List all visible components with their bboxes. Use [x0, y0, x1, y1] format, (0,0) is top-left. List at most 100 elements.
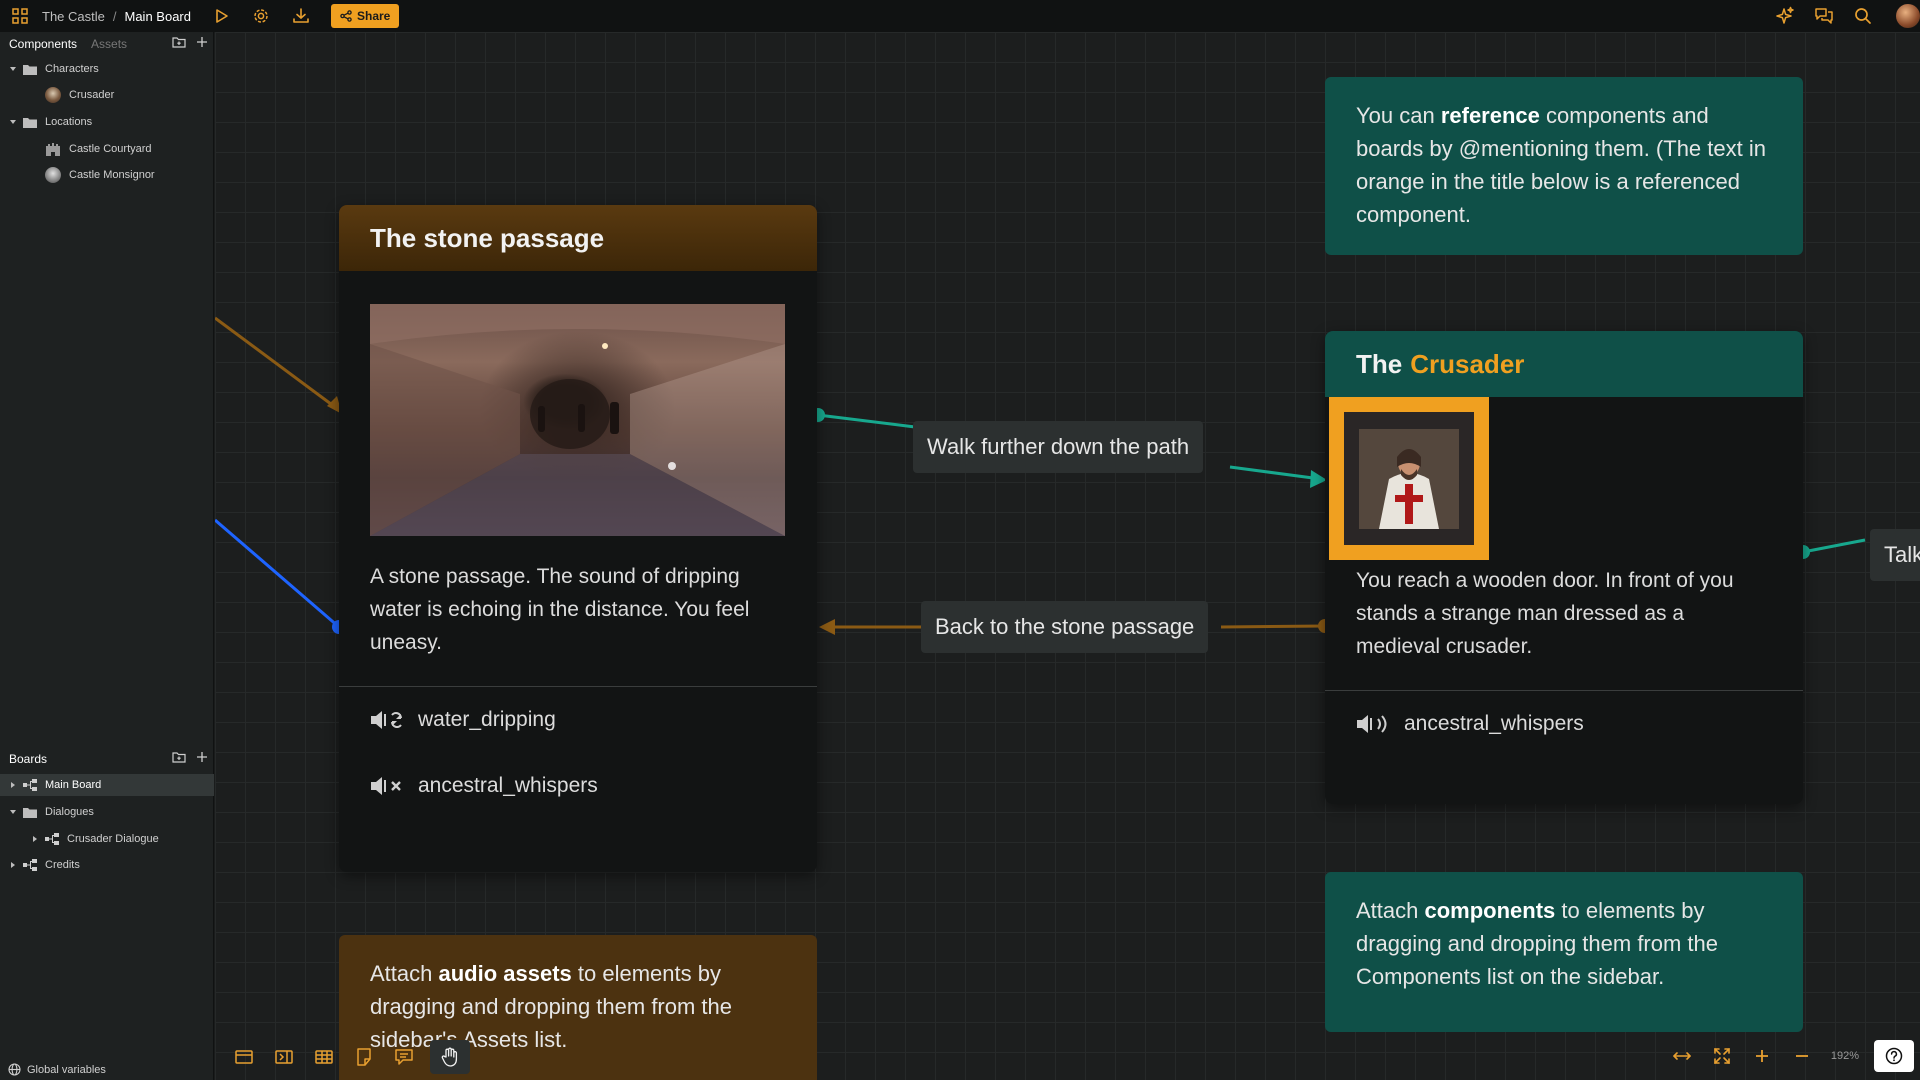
node-crusader[interactable]: The Crusader You reach a wooden door. In…: [1325, 331, 1803, 804]
edge-label-forward[interactable]: Walk further down the path: [913, 421, 1204, 473]
zoom-level[interactable]: 192%: [1822, 1050, 1868, 1062]
hand-pan-tool[interactable]: [430, 1040, 470, 1074]
node-body-text: A stone passage. The sound of dripping w…: [370, 565, 750, 654]
download-icon[interactable]: [289, 4, 313, 28]
fit-screen-icon[interactable]: [1702, 1038, 1742, 1074]
tree-folder-dialogues[interactable]: Dialogues: [0, 801, 214, 823]
connector-incoming-blue[interactable]: [215, 518, 340, 629]
question-icon: [1885, 1047, 1903, 1065]
note-bold-text: reference: [1440, 103, 1540, 128]
monsignor-avatar: [45, 167, 61, 183]
share-button[interactable]: Share: [330, 4, 400, 28]
connector-talk[interactable]: [1802, 538, 1866, 554]
sidebar: Components Assets Characters Crusader Lo…: [0, 32, 214, 1080]
zoom-in-icon[interactable]: [1742, 1038, 1782, 1074]
crusader-avatar: [45, 87, 61, 103]
castle-icon: [45, 141, 61, 157]
share-label: Share: [356, 9, 391, 23]
tree-item-castle-courtyard[interactable]: Castle Courtyard: [0, 138, 214, 160]
new-folder-icon[interactable]: [172, 36, 186, 48]
stone-passage-image: [370, 304, 785, 536]
help-button[interactable]: [1874, 1040, 1914, 1072]
zoom-toolbar: 192%: [1662, 1038, 1868, 1074]
connector-forward-end[interactable]: [1229, 465, 1314, 480]
add-jump-icon[interactable]: [264, 1040, 304, 1074]
crusader-portrait: [1344, 412, 1474, 545]
tab-components[interactable]: Components: [9, 37, 77, 51]
chevron-down-icon[interactable]: [8, 117, 18, 127]
audio-name: water_dripping: [418, 708, 556, 731]
tree-board-main-board[interactable]: Main Board: [0, 774, 214, 796]
node-body-text: You reach a wooden door. In front of you…: [1356, 569, 1734, 658]
arrow-head-icon: [819, 619, 835, 635]
crusader-component-card[interactable]: [1329, 397, 1489, 560]
chevron-right-icon[interactable]: [8, 780, 18, 790]
chevron-right-icon[interactable]: [8, 860, 18, 870]
breadcrumb-project[interactable]: The Castle: [42, 9, 105, 24]
tree-label: Characters: [45, 63, 99, 75]
board-canvas[interactable]: The stone passage A stone passage. The s…: [215, 32, 1920, 1080]
note-reference[interactable]: You can reference components and boards …: [1325, 77, 1803, 255]
folder-icon: [23, 64, 37, 75]
user-avatar[interactable]: [1896, 4, 1920, 28]
tree-board-crusader-dialogue[interactable]: Crusader Dialogue: [0, 828, 214, 850]
chevron-right-icon[interactable]: [30, 834, 40, 844]
global-variables-button[interactable]: Global variables: [8, 1063, 106, 1076]
fit-width-icon[interactable]: [1662, 1038, 1702, 1074]
breadcrumb: The Castle / Main Board: [42, 9, 191, 24]
add-node-icon[interactable]: [224, 1040, 264, 1074]
new-folder-icon[interactable]: [172, 751, 186, 763]
search-icon[interactable]: [1850, 4, 1876, 28]
chevron-down-icon[interactable]: [8, 64, 18, 74]
audio-row-ancestral-whispers[interactable]: ancestral_whispers: [339, 753, 817, 819]
note-bold-text: audio assets: [438, 961, 572, 986]
zoom-out-icon[interactable]: [1782, 1038, 1822, 1074]
tree-label: Credits: [45, 859, 80, 871]
tree-label: Locations: [45, 116, 93, 128]
chevron-down-icon[interactable]: [8, 807, 18, 817]
add-board-icon[interactable]: [196, 751, 208, 763]
comments-icon[interactable]: [1811, 4, 1837, 28]
add-table-icon[interactable]: [304, 1040, 344, 1074]
add-comment-icon[interactable]: [384, 1040, 424, 1074]
tree-item-castle-monsignor[interactable]: Castle Monsignor: [0, 164, 214, 186]
gear-icon[interactable]: [249, 4, 273, 28]
connector-incoming-brown[interactable]: [215, 316, 336, 409]
connector-forward[interactable]: [817, 413, 916, 429]
tree-item-crusader[interactable]: Crusader: [0, 84, 214, 106]
tab-assets[interactable]: Assets: [91, 37, 127, 51]
note-text: You can: [1356, 103, 1441, 128]
note-bold-text: components: [1424, 898, 1556, 923]
globe-icon: [8, 1063, 21, 1076]
tree-label: Crusader Dialogue: [67, 833, 159, 845]
global-variables-label: Global variables: [27, 1063, 106, 1076]
folder-icon: [23, 117, 37, 128]
connector-back[interactable]: [1220, 624, 1326, 629]
share-icon: [340, 10, 352, 22]
breadcrumb-board[interactable]: Main Board: [125, 9, 191, 24]
node-stone-passage[interactable]: The stone passage A stone passage. The s…: [339, 205, 817, 872]
note-text: Attach: [1356, 898, 1425, 923]
apps-grid-icon[interactable]: [8, 4, 32, 28]
tree-board-credits[interactable]: Credits: [0, 854, 214, 876]
add-note-icon[interactable]: [344, 1040, 384, 1074]
edge-label-talk[interactable]: Talk: [1870, 529, 1920, 581]
boards-header: Boards: [0, 747, 214, 771]
audio-name: ancestral_whispers: [1404, 712, 1584, 735]
tree-folder-locations[interactable]: Locations: [0, 111, 214, 133]
audio-name: ancestral_whispers: [418, 774, 598, 797]
play-icon[interactable]: [209, 4, 233, 28]
audio-row-water-dripping[interactable]: water_dripping: [339, 687, 817, 753]
tree-folder-characters[interactable]: Characters: [0, 58, 214, 80]
note-components[interactable]: Attach components to elements by draggin…: [1325, 872, 1803, 1032]
add-component-icon[interactable]: [196, 36, 208, 48]
boards-title: Boards: [9, 752, 48, 766]
edge-label-back[interactable]: Back to the stone passage: [921, 601, 1209, 653]
tree-label: Crusader: [69, 89, 115, 101]
components-header: Components Assets: [0, 32, 214, 56]
title-referenced-component[interactable]: Crusader: [1410, 349, 1524, 380]
node-title: The stone passage: [339, 205, 817, 271]
sparkle-icon[interactable]: [1772, 4, 1798, 28]
audio-row-ancestral-whispers[interactable]: ancestral_whispers: [1325, 691, 1803, 757]
create-toolbar: [224, 1040, 470, 1074]
